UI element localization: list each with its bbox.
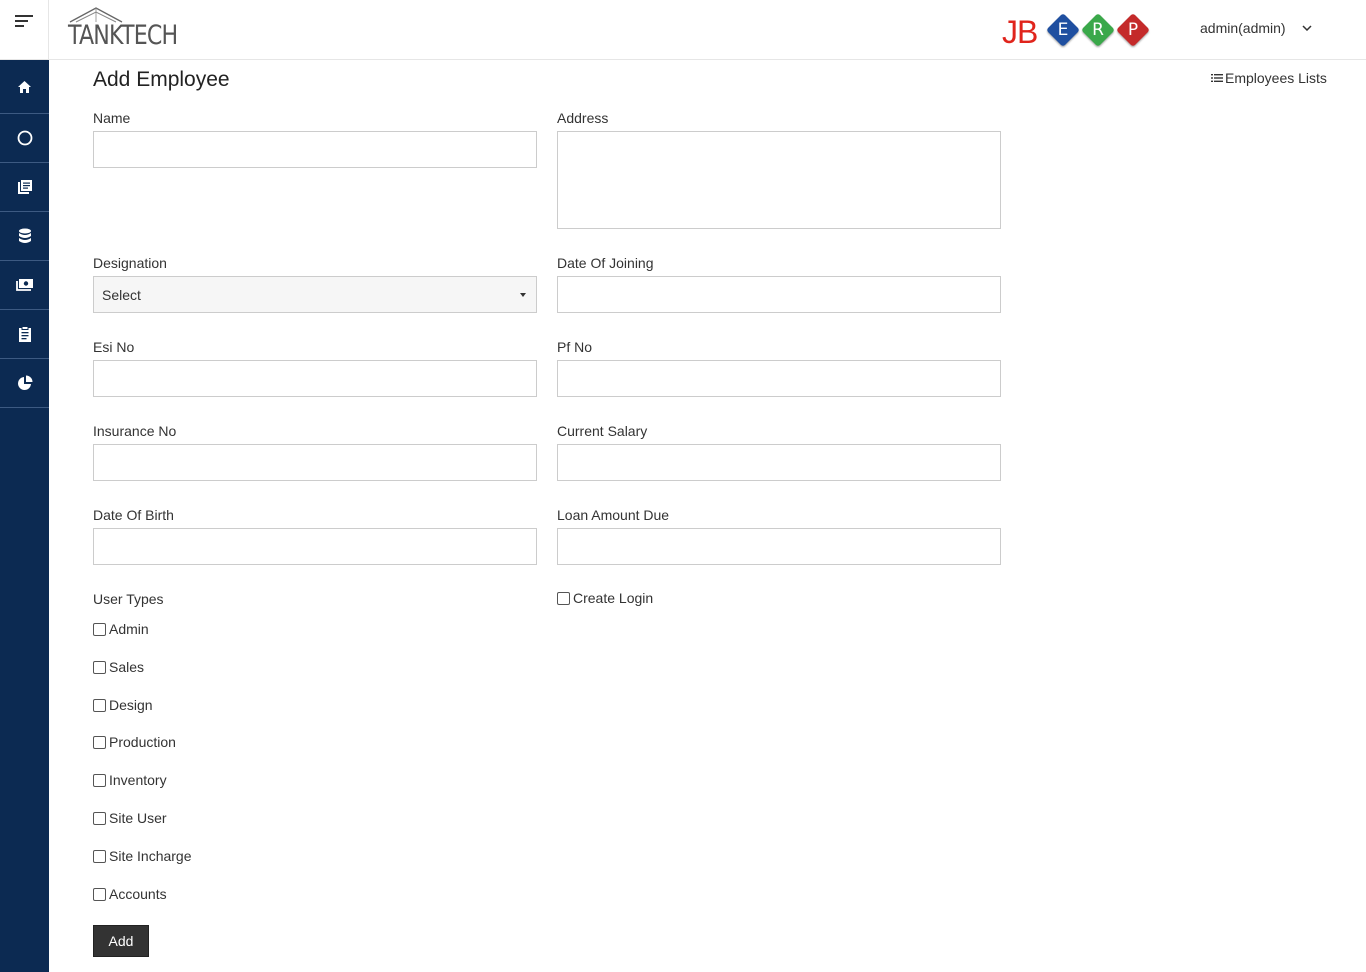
sidebar-item-books[interactable] — [0, 163, 49, 212]
date-of-birth-label: Date Of Birth — [93, 507, 174, 523]
sidebar-item-clipboard[interactable] — [0, 310, 49, 359]
user-type-sales-label: Sales — [109, 659, 145, 675]
user-type-production-checkbox[interactable] — [93, 735, 106, 749]
pie-chart-icon — [17, 375, 32, 390]
employees-list-link[interactable]: Employees Lists — [1211, 70, 1327, 86]
user-type-design-checkbox[interactable] — [93, 698, 106, 712]
insurance-no-field-group: Insurance No — [93, 423, 537, 481]
tanktech-logo: TANKTECH — [66, 6, 178, 52]
user-type-sales-checkbox[interactable] — [93, 660, 106, 674]
user-type-design-row: Design — [93, 697, 153, 713]
name-label: Name — [93, 110, 131, 126]
designation-field-group: Designation Select — [93, 255, 537, 313]
user-type-admin-checkbox[interactable] — [93, 622, 106, 636]
loan-amount-due-field-group: Loan Amount Due — [557, 507, 1001, 565]
sidebar — [0, 60, 49, 972]
create-login-checkbox-row: Create Login — [557, 590, 653, 606]
esi-no-input[interactable] — [93, 360, 537, 397]
pf-no-label: Pf No — [557, 339, 593, 355]
insurance-no-label: Insurance No — [93, 423, 177, 439]
erp-diamond-r: R — [1081, 13, 1115, 47]
brand-name: TANKTECH — [68, 20, 178, 51]
sidebar-item-home[interactable] — [0, 60, 49, 114]
sidebar-item-money[interactable] — [0, 261, 49, 310]
jb-erp-logo: JB E R P — [1002, 10, 1158, 50]
sidebar-item-circle[interactable] — [0, 114, 49, 163]
user-type-site-incharge-label: Site Incharge — [109, 848, 192, 864]
pf-no-field-group: Pf No — [557, 339, 1001, 397]
date-of-joining-label: Date Of Joining — [557, 255, 654, 271]
user-type-accounts-checkbox[interactable] — [93, 887, 106, 901]
menu-toggle-button[interactable] — [0, 0, 49, 60]
date-of-joining-input[interactable] — [557, 276, 1001, 313]
designation-select[interactable]: Select — [93, 276, 537, 313]
user-type-inventory-checkbox[interactable] — [93, 773, 106, 787]
clipboard-icon — [18, 326, 31, 342]
erp-diamond-e: E — [1046, 13, 1080, 47]
user-type-inventory-label: Inventory — [109, 772, 167, 788]
loan-amount-due-label: Loan Amount Due — [557, 507, 670, 523]
sidebar-item-reports[interactable] — [0, 359, 49, 408]
user-type-production-row: Production — [93, 734, 176, 750]
current-salary-field-group: Current Salary — [557, 423, 1001, 481]
menu-icon — [15, 15, 33, 27]
erp-diamond-p: P — [1116, 13, 1150, 47]
caret-down-icon — [520, 292, 526, 297]
circle-icon — [17, 130, 32, 146]
page-title: Add Employee — [93, 68, 230, 91]
books-icon — [17, 180, 32, 194]
home-icon — [18, 80, 31, 93]
user-type-site-incharge-row: Site Incharge — [93, 848, 192, 864]
money-icon — [15, 279, 33, 291]
insurance-no-input[interactable] — [93, 444, 537, 481]
add-button[interactable]: Add — [93, 925, 149, 957]
user-type-accounts-row: Accounts — [93, 886, 167, 902]
designation-label: Designation — [93, 255, 167, 271]
user-type-sales-row: Sales — [93, 659, 144, 675]
user-type-site-incharge-checkbox[interactable] — [93, 849, 106, 863]
user-type-accounts-label: Accounts — [109, 886, 167, 902]
user-type-production-label: Production — [109, 734, 176, 750]
name-input[interactable] — [93, 131, 537, 168]
user-type-site-user-label: Site User — [109, 810, 167, 826]
erp-logo-prefix: JB — [1002, 14, 1038, 50]
chevron-down-icon — [1302, 25, 1312, 31]
date-of-birth-input[interactable] — [93, 528, 537, 565]
user-type-admin-label: Admin — [109, 621, 149, 637]
current-salary-input[interactable] — [557, 444, 1001, 481]
database-icon — [18, 228, 31, 243]
user-types-label: User Types — [93, 591, 164, 607]
user-type-site-user-row: Site User — [93, 810, 167, 826]
user-type-admin-row: Admin — [93, 621, 149, 637]
date-of-joining-field-group: Date Of Joining — [557, 255, 1001, 313]
user-type-design-label: Design — [109, 697, 153, 713]
address-textarea[interactable] — [557, 131, 1001, 229]
user-type-inventory-row: Inventory — [93, 772, 167, 788]
esi-no-label: Esi No — [93, 339, 135, 355]
name-field-group: Name — [93, 110, 537, 168]
user-menu[interactable]: admin(admin) — [1200, 20, 1312, 36]
user-type-site-user-checkbox[interactable] — [93, 811, 106, 825]
date-of-birth-field-group: Date Of Birth — [93, 507, 537, 565]
address-field-group: Address — [557, 110, 1001, 234]
designation-selected: Select — [102, 286, 141, 303]
address-label: Address — [557, 110, 609, 126]
esi-no-field-group: Esi No — [93, 339, 537, 397]
list-icon — [1211, 74, 1223, 82]
sidebar-item-database[interactable] — [0, 212, 49, 261]
pf-no-input[interactable] — [557, 360, 1001, 397]
create-login-checkbox[interactable] — [557, 591, 570, 605]
top-bar: TANKTECH JB E R P admin(admin) — [0, 0, 1366, 60]
current-salary-label: Current Salary — [557, 423, 648, 439]
loan-amount-due-input[interactable] — [557, 528, 1001, 565]
employees-list-label: Employees Lists — [1225, 70, 1327, 86]
user-label: admin(admin) — [1200, 20, 1286, 36]
create-login-label: Create Login — [573, 590, 654, 606]
